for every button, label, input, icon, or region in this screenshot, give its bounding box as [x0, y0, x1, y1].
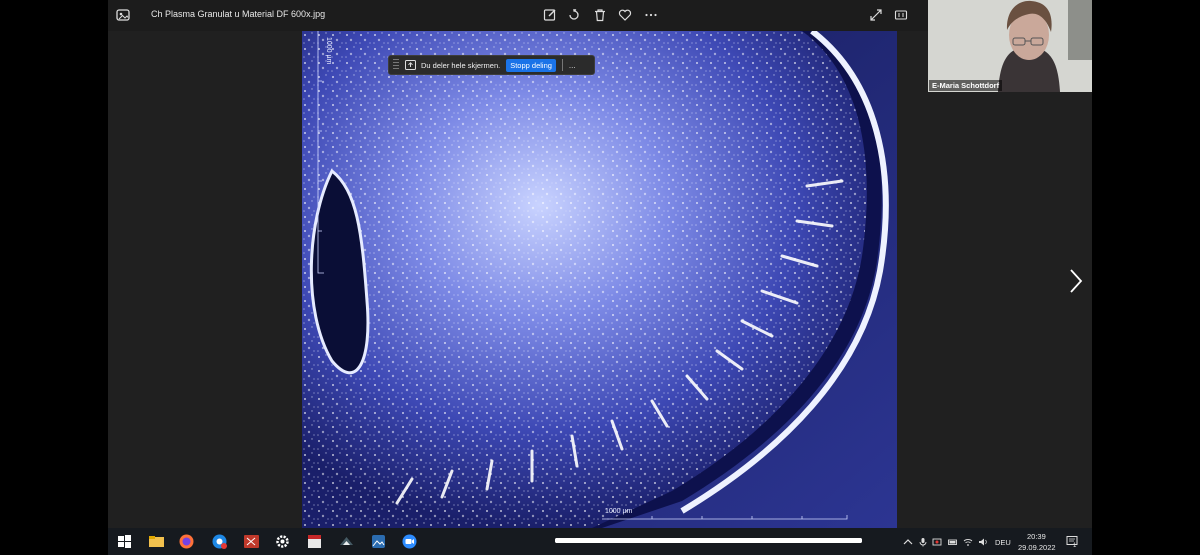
participant-video [928, 0, 1092, 92]
delete-button[interactable] [592, 7, 608, 23]
microscope-image: 1000 µm 1000 µm [302, 31, 897, 528]
zoom-icon[interactable] [401, 533, 418, 550]
photos-app-icon [116, 9, 130, 21]
language-indicator[interactable]: DEU [995, 538, 1011, 547]
scale-label-vertical: 1000 µm [325, 37, 332, 65]
microphone-icon[interactable] [918, 537, 928, 547]
actual-size-icon [894, 10, 908, 20]
divider [561, 59, 563, 71]
edit-image-icon [543, 9, 556, 21]
wifi-icon[interactable] [963, 537, 973, 547]
video-progress-bar[interactable] [555, 538, 862, 543]
settings-icon[interactable] [274, 533, 291, 550]
favorite-icon [618, 9, 632, 21]
video-progress-fill [555, 538, 862, 543]
chevron-up-icon[interactable] [903, 537, 913, 547]
calendar-icon[interactable] [306, 533, 323, 550]
battery-icon[interactable] [948, 537, 958, 547]
actual-size-button[interactable] [893, 7, 909, 23]
clock-time[interactable]: 20:39 [1027, 532, 1046, 541]
rotate-button[interactable] [566, 7, 582, 23]
screen-record-icon[interactable] [932, 537, 942, 547]
drag-handle[interactable] [393, 59, 399, 71]
participant-name: E-Maria Schottdorf [929, 80, 1003, 91]
scale-label-horizontal: 1000 µm [605, 508, 633, 515]
volume-icon[interactable] [978, 537, 988, 547]
screen-share-icon [405, 60, 416, 70]
share-status-text: Du deler hele skjermen. [421, 60, 501, 70]
more-button[interactable] [643, 7, 659, 23]
edit-image-button[interactable] [542, 7, 558, 23]
windows-taskbar: DEU 20:39 29.09.2022 1 [108, 528, 1092, 555]
fullscreen-icon [870, 9, 882, 21]
start-icon[interactable] [116, 533, 133, 550]
clock-date[interactable]: 29.09.2022 [1018, 543, 1056, 552]
fullscreen-button[interactable] [868, 7, 884, 23]
screen-share-bar: Du deler hele skjermen. Stopp deling ... [388, 55, 595, 75]
file-explorer-icon[interactable] [148, 533, 165, 550]
photos-icon[interactable] [370, 533, 387, 550]
participant-video-frame [928, 0, 1092, 92]
stop-sharing-button[interactable]: Stopp deling [506, 58, 556, 72]
image-title: Ch Plasma Granulat u Material DF 600x.jp… [151, 9, 326, 19]
share-more-button[interactable]: ... [569, 61, 576, 70]
notification-count: 1 [1073, 543, 1077, 549]
next-image-icon[interactable] [1068, 268, 1084, 294]
delete-icon [595, 9, 605, 22]
powerpoint-icon[interactable] [243, 533, 260, 550]
rotate-icon [569, 8, 579, 20]
more-icon [645, 13, 657, 17]
favorite-button[interactable] [617, 7, 633, 23]
firefox-icon[interactable] [178, 533, 195, 550]
paint-icon[interactable] [338, 533, 355, 550]
chrome-icon[interactable] [211, 533, 228, 550]
